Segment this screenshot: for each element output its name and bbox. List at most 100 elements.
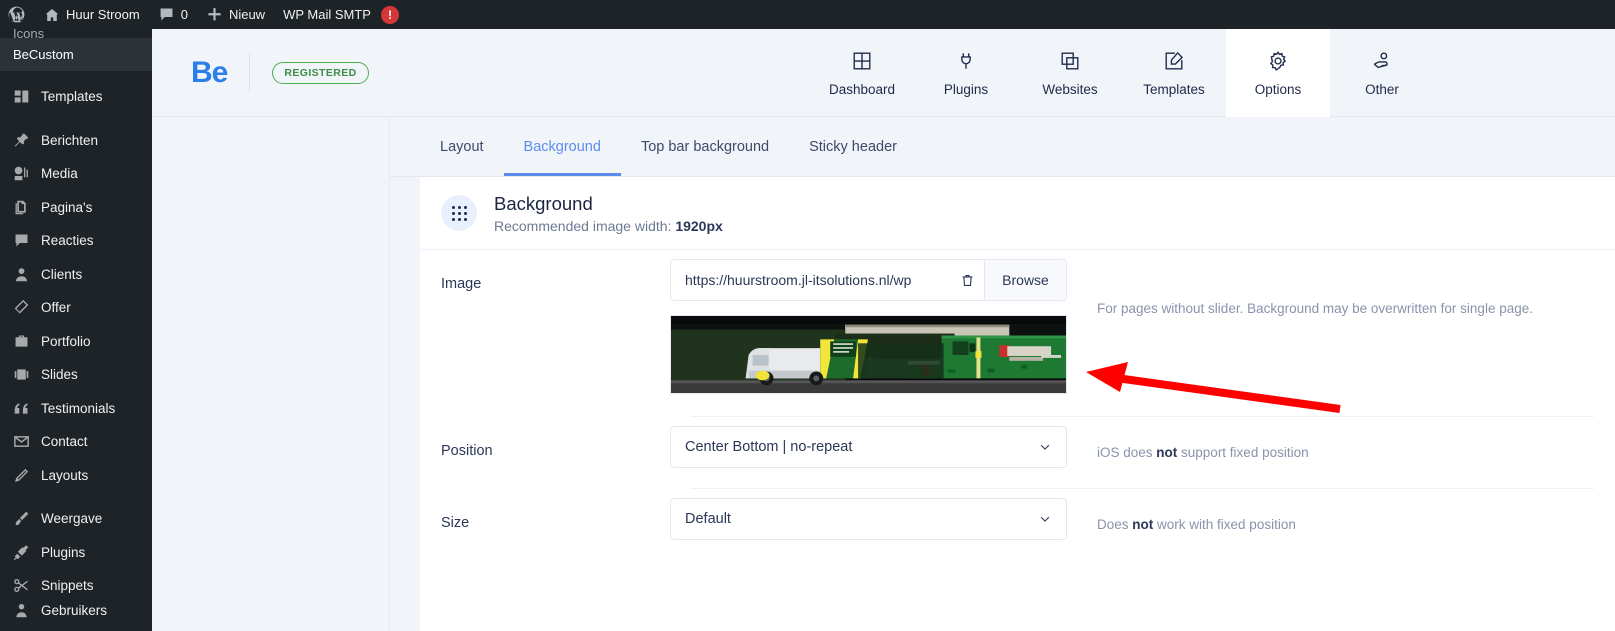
comments-menu[interactable]: 0 (149, 0, 197, 29)
subtab-label: Layout (440, 139, 484, 155)
sidebar-item-contact[interactable]: Contact (0, 425, 152, 459)
sidebar-label: Offer (41, 300, 71, 316)
wp-logo-menu[interactable] (0, 0, 35, 29)
media-icon (11, 164, 31, 184)
plugin-header: Be REGISTERED Dashboard Plugins Websites… (152, 29, 1615, 117)
plus-icon (206, 6, 223, 23)
sidebar-label: Snippets (41, 578, 94, 594)
field-row-position: Position Center Bottom | no-repeat iOS d… (420, 417, 1615, 468)
layers-icon (11, 298, 31, 318)
sidebar-item-berichten[interactable]: Berichten (0, 124, 152, 158)
brand-divider (249, 53, 251, 92)
sidebar-item-layouts[interactable]: Layouts (0, 459, 152, 493)
background-image-thumbnail[interactable] (670, 315, 1067, 394)
field-label-image: Image (441, 276, 482, 292)
users-icon (11, 603, 31, 619)
tab-options[interactable]: Options (1226, 29, 1330, 117)
sidebar-separator (0, 492, 152, 502)
size-help-suffix: work with fixed position (1153, 517, 1296, 532)
comment-icon (158, 6, 175, 23)
size-select[interactable]: Default (670, 498, 1067, 540)
size-help-bold: not (1132, 517, 1154, 532)
new-content-menu[interactable]: Nieuw (197, 0, 274, 29)
slides-icon (11, 365, 31, 385)
alert-icon: ! (380, 5, 399, 24)
sidebar-label: Clients (41, 266, 83, 282)
delete-image-button[interactable] (950, 260, 984, 300)
tab-label: Options (1254, 82, 1302, 97)
tab-dashboard[interactable]: Dashboard (810, 29, 914, 117)
sidebar-label: Plugins (41, 544, 86, 560)
tab-label: Dashboard (828, 82, 896, 97)
chevron-down-icon (1038, 512, 1052, 526)
sidebar-item-paginas[interactable]: Pagina's (0, 191, 152, 225)
tab-plugins[interactable]: Plugins (914, 29, 1018, 117)
position-control: Center Bottom | no-repeat (670, 426, 1067, 468)
tab-templates[interactable]: Templates (1122, 29, 1226, 117)
sidebar-item-portfolio[interactable]: Portfolio (0, 325, 152, 359)
card-subtitle: Recommended image width: 1920px (494, 218, 723, 234)
new-content-label: Nieuw (228, 7, 266, 22)
sidebar-label: Gebruikers (41, 603, 108, 618)
sidebar-item-becustom[interactable]: BeCustom (0, 38, 152, 71)
tab-label: Plugins (943, 82, 989, 97)
subtab-label: Top bar background (640, 139, 770, 155)
portfolio-icon (11, 331, 31, 351)
chevron-down-icon (1038, 440, 1052, 454)
recommended-width-value: 1920px (675, 217, 723, 234)
brand-area: Be REGISTERED (152, 29, 369, 116)
image-control: Browse (670, 259, 1067, 301)
subtab-layout[interactable]: Layout (420, 139, 504, 176)
sidebar-item-snippets[interactable]: Snippets (0, 569, 152, 603)
sidebar-item-gebruikers[interactable]: Gebruikers (0, 603, 152, 619)
field-row-size: Size Default Does not work with fixed po… (420, 489, 1615, 540)
sidebar-label: Berichten (41, 132, 99, 148)
position-select[interactable]: Center Bottom | no-repeat (670, 426, 1067, 468)
sidebar-item-icons-partial[interactable]: Icons (0, 29, 152, 38)
sidebar-item-media[interactable]: Media (0, 157, 152, 191)
site-name-menu[interactable]: Huur Stroom (35, 0, 149, 29)
browse-button[interactable]: Browse (984, 260, 1066, 300)
size-selected-value: Default (685, 511, 731, 527)
card-subtitle-prefix: Recommended image width: (494, 217, 676, 234)
sidebar-item-clients[interactable]: Clients (0, 258, 152, 292)
comments-count: 0 (180, 7, 188, 22)
sidebar-separator (0, 114, 152, 124)
sidebar-label: Testimonials (41, 400, 116, 416)
sidebar-item-testimonials[interactable]: Testimonials (0, 392, 152, 426)
sidebar-item-slides[interactable]: Slides (0, 358, 152, 392)
image-url-input[interactable] (671, 260, 950, 300)
tab-websites[interactable]: Websites (1018, 29, 1122, 117)
position-help-text: iOS does not support fixed position (1067, 426, 1309, 460)
subtab-sticky-header[interactable]: Sticky header (789, 139, 917, 176)
grid-icon (851, 49, 873, 73)
tab-other[interactable]: Other (1330, 29, 1434, 117)
sidebar-label: Slides (41, 367, 78, 383)
be-logo: Be (191, 55, 228, 89)
scissors-icon (11, 576, 31, 596)
drag-handle-icon[interactable] (441, 195, 477, 231)
sidebar-item-plugins[interactable]: Plugins (0, 536, 152, 570)
wordpress-icon (7, 5, 26, 24)
gear-icon (1267, 49, 1289, 73)
wp-mail-smtp-menu[interactable]: WP Mail SMTP ! (274, 0, 408, 29)
envelope-icon (11, 432, 31, 452)
position-help-suffix: support fixed position (1177, 445, 1309, 460)
tab-label: Other (1365, 82, 1399, 97)
field-row-image-preview: For pages without slider. Background may… (420, 301, 1615, 394)
sidebar-label: Media (41, 166, 78, 182)
background-settings-card: Background Recommended image width: 1920… (420, 177, 1615, 631)
sidebar-label: Contact (41, 434, 88, 450)
sidebar-item-reacties[interactable]: Reacties (0, 224, 152, 258)
sidebar-item-offer[interactable]: Offer (0, 291, 152, 325)
subtab-top-bar-background[interactable]: Top bar background (621, 139, 789, 176)
templates-icon (11, 87, 31, 107)
wp-admin-bar: Huur Stroom 0 Nieuw WP Mail SMTP ! (0, 0, 1615, 29)
quote-icon (11, 398, 31, 418)
subtab-background[interactable]: Background (503, 139, 621, 176)
sidebar-item-templates[interactable]: Templates (0, 80, 152, 114)
hand-person-icon (1371, 49, 1393, 73)
position-help-bold: not (1156, 445, 1178, 460)
sidebar-item-weergave[interactable]: Weergave (0, 502, 152, 536)
sidebar-label: Pagina's (41, 199, 93, 215)
